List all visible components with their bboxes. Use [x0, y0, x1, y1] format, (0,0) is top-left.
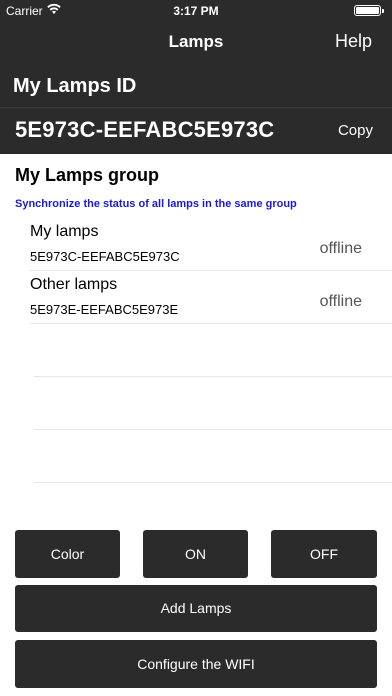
header-divider: [0, 107, 392, 108]
lamp-id: 5E973C-EEFABC5E973C: [30, 249, 180, 264]
color-button[interactable]: Color: [15, 530, 120, 578]
add-lamps-button[interactable]: Add Lamps: [15, 585, 377, 632]
lamp-status: offline: [319, 293, 362, 310]
empty-list-row: [34, 324, 392, 377]
add-lamps-label: Add Lamps: [160, 600, 232, 616]
off-button-label: OFF: [310, 546, 338, 562]
battery-level: [356, 7, 379, 14]
status-bar: Carrier 3:17 PM: [0, 0, 392, 20]
lamp-name: My lamps: [30, 223, 99, 240]
lamp-id: 5E973E-EEFABC5E973E: [30, 302, 179, 317]
navigation-bar: Lamps Help: [0, 20, 392, 64]
off-button[interactable]: OFF: [271, 530, 377, 578]
on-button[interactable]: ON: [143, 530, 248, 578]
help-button[interactable]: Help: [335, 31, 372, 52]
lamp-row-my-lamps[interactable]: My lamps 5E973C-EEFABC5E973C offline: [30, 218, 392, 271]
lamp-name: Other lamps: [30, 276, 118, 293]
lamp-list: My lamps 5E973C-EEFABC5E973C offline Oth…: [0, 218, 392, 483]
nav-title: Lamps: [168, 32, 224, 51]
status-time: 3:17 PM: [173, 4, 219, 18]
group-subtitle: Synchronize the status of all lamps in t…: [15, 198, 297, 210]
copy-button[interactable]: Copy: [338, 122, 373, 139]
empty-list-row: [34, 377, 392, 430]
lamp-row-other-lamps[interactable]: Other lamps 5E973E-EEFABC5E973E offline: [30, 271, 392, 324]
group-title: My Lamps group: [15, 165, 160, 185]
color-button-label: Color: [50, 546, 85, 562]
configure-wifi-label: Configure the WIFI: [137, 656, 255, 672]
on-button-label: ON: [185, 546, 206, 562]
battery-icon: [354, 5, 384, 16]
configure-wifi-button[interactable]: Configure the WIFI: [15, 640, 377, 688]
lamps-id-value: 5E973C-EEFABC5E973C: [15, 117, 275, 142]
lamp-status: offline: [319, 240, 362, 257]
lamps-id-label: My Lamps ID: [13, 75, 137, 97]
lamps-id-header: My Lamps ID 5E973C-EEFABC5E973C Copy: [0, 64, 392, 154]
empty-list-row: [34, 430, 392, 483]
